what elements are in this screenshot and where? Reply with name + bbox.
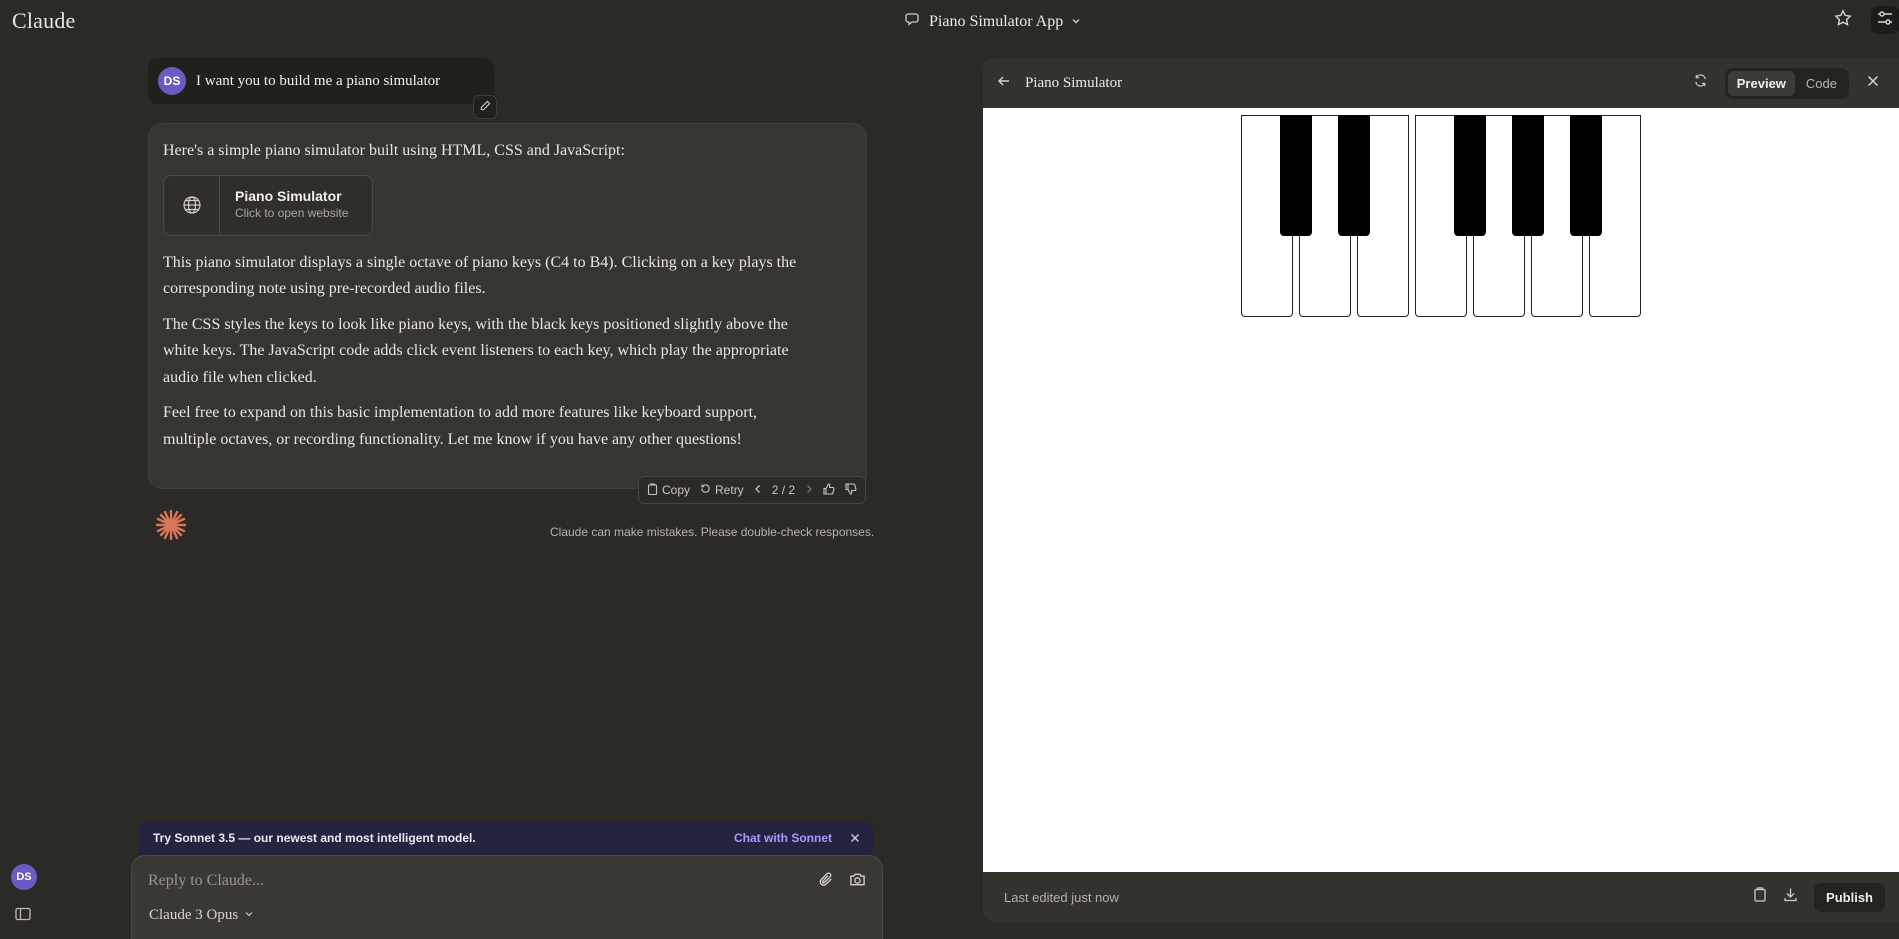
version-pager: 2 / 2 (771, 483, 796, 497)
camera-icon (849, 873, 866, 892)
close-promo-button[interactable] (850, 830, 860, 846)
close-icon (850, 830, 860, 846)
promo-text: Try Sonnet 3.5 — our newest and most int… (153, 831, 476, 845)
artifact-name: Piano Simulator (235, 187, 342, 204)
sliders-icon (1876, 9, 1894, 32)
chat-bubble-icon (905, 11, 921, 32)
chevron-left-icon (754, 483, 762, 497)
chevron-right-icon (805, 483, 813, 497)
publish-button[interactable]: Publish (1814, 882, 1885, 912)
thumbs-down-button[interactable] (845, 482, 857, 498)
retry-button[interactable]: Retry (700, 483, 744, 497)
tab-preview[interactable]: Preview (1727, 70, 1795, 96)
pencil-icon (480, 98, 491, 116)
user-avatar: DS (158, 67, 186, 95)
sidebar-icon (15, 907, 31, 925)
artifact-subtitle: Click to open website (235, 205, 349, 220)
close-icon (1867, 74, 1879, 92)
reply-composer[interactable]: Reply to Claude... Claude 3 Opus (131, 855, 883, 939)
edit-message-button[interactable] (473, 95, 497, 119)
piano-key-gsharp4[interactable] (1512, 115, 1544, 236)
message-action-bar: Copy Retry 2 / 2 (638, 476, 867, 504)
piano-key-dsharp4[interactable] (1338, 115, 1370, 236)
screenshot-button[interactable] (849, 871, 866, 893)
thumbs-up-button[interactable] (823, 482, 835, 498)
star-icon (1834, 8, 1852, 32)
disclaimer-text: Claude can make mistakes. Please double-… (550, 525, 875, 539)
artifact-panel: Piano Simulator Preview Code Last edited… (983, 58, 1899, 922)
artifact-preview (983, 108, 1899, 872)
previous-version-button[interactable] (754, 483, 762, 497)
refresh-button[interactable] (1687, 69, 1715, 97)
star-button[interactable] (1829, 6, 1857, 34)
thumbs-up-icon (823, 482, 835, 498)
copy-button[interactable]: Copy (647, 482, 690, 498)
assistant-paragraph: The CSS styles the keys to look like pia… (163, 315, 789, 386)
tab-code[interactable]: Code (1797, 71, 1846, 96)
chevron-down-icon (1071, 13, 1081, 31)
account-avatar: DS (11, 864, 37, 890)
globe-icon (164, 175, 220, 235)
user-message: DS I want you to build me a piano simula… (148, 58, 494, 104)
view-toggle: Preview Code (1724, 67, 1849, 99)
chat-with-sonnet-link[interactable]: Chat with Sonnet (734, 831, 832, 845)
piano-key-asharp4[interactable] (1570, 115, 1602, 236)
app-logo[interactable]: Claude (12, 8, 76, 34)
clipboard-icon (647, 482, 658, 498)
artifact-panel-footer: Last edited just now Publish (983, 872, 1899, 922)
promo-banner: Try Sonnet 3.5 — our newest and most int… (139, 821, 874, 855)
account-avatar-button[interactable]: DS (11, 864, 37, 890)
piano-key-fsharp4[interactable] (1454, 115, 1486, 236)
reply-input[interactable]: Reply to Claude... (148, 872, 264, 890)
conversation-title-button[interactable]: Piano Simulator App (905, 11, 1081, 32)
user-message-text: I want you to build me a piano simulator (196, 72, 441, 89)
copy-artifact-button[interactable] (1753, 887, 1767, 907)
piano-keyboard (1241, 115, 1641, 317)
download-icon (1783, 888, 1798, 906)
artifact-panel-header: Piano Simulator Preview Code (983, 58, 1899, 108)
close-panel-button[interactable] (1859, 69, 1887, 97)
model-selector[interactable]: Claude 3 Opus (149, 907, 254, 924)
artifact-panel-title: Piano Simulator (1025, 74, 1123, 91)
sidebar-toggle-button[interactable] (15, 907, 31, 926)
piano-key-csharp4[interactable] (1280, 115, 1312, 236)
clipboard-icon (1753, 887, 1767, 906)
arrow-left-icon (997, 74, 1011, 93)
last-edited-status: Last edited just now (1004, 889, 1119, 905)
conversation-title: Piano Simulator App (929, 12, 1064, 30)
paperclip-icon (818, 872, 835, 892)
assistant-intro: Here's a simple piano simulator built us… (163, 142, 625, 159)
retry-icon (700, 483, 711, 497)
attach-button[interactable] (818, 871, 835, 893)
assistant-paragraph: Feel free to expand on this basic implem… (163, 404, 758, 448)
refresh-icon (1693, 73, 1708, 93)
assistant-paragraph: This piano simulator displays a single o… (163, 253, 797, 298)
thumbs-down-icon (845, 482, 857, 498)
artifact-card[interactable]: Piano Simulator Click to open website (163, 174, 373, 236)
assistant-message: Here's a simple piano simulator built us… (148, 123, 867, 489)
settings-sliders-button[interactable] (1871, 6, 1899, 34)
model-name: Claude 3 Opus (149, 907, 239, 923)
claude-spark-icon (154, 508, 188, 547)
next-version-button[interactable] (805, 483, 813, 497)
download-button[interactable] (1783, 887, 1798, 907)
chevron-down-icon (244, 907, 254, 924)
back-button[interactable] (997, 74, 1011, 93)
